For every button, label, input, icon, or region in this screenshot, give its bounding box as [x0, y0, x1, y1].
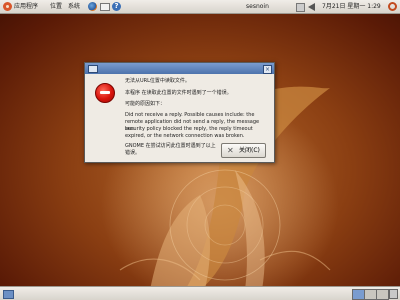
workspace-3[interactable]	[376, 289, 389, 300]
menu-places[interactable]: 位置	[50, 0, 62, 13]
message-line: GNOME 在尝试访问此位置时遇到了以上错误。	[125, 143, 216, 156]
mail-icon[interactable]	[100, 3, 110, 11]
window-menu-icon[interactable]	[88, 65, 98, 73]
menu-applications[interactable]: 应用程序	[14, 0, 38, 13]
dialog-titlebar[interactable]: ×	[85, 63, 274, 74]
bottom-panel	[0, 286, 400, 300]
close-window-icon[interactable]: ×	[263, 65, 272, 74]
volume-icon[interactable]	[308, 3, 315, 11]
power-icon[interactable]	[388, 2, 397, 11]
help-icon[interactable]: ?	[112, 2, 121, 11]
trash-icon[interactable]	[389, 289, 398, 299]
clock[interactable]: 7月21日 星期一 1:29	[322, 0, 381, 13]
message-line: 可能的原因如下：	[125, 101, 166, 107]
message-title: 无法从URL位置中读取文件。	[125, 78, 190, 84]
message-line: security policy blocked the reply, the r…	[125, 126, 253, 132]
message-line: expired, or the network connection was b…	[125, 133, 245, 139]
menu-system[interactable]: 系统	[68, 0, 80, 13]
error-dialog: × 无法从URL位置中读取文件。 本程序 在读取此位置的文件时遇到了一个错误。 …	[84, 62, 275, 163]
message-line: 本程序 在读取此位置的文件时遇到了一个错误。	[125, 90, 232, 96]
message-line: Did not receive a reply. Possible causes…	[125, 112, 255, 118]
close-icon: ✕	[227, 146, 234, 155]
firefox-icon[interactable]	[88, 2, 97, 11]
top-panel: 应用程序 位置 系统 ? sesnoin 7月21日 星期一 1:29	[0, 0, 400, 14]
close-button-label: 关闭(C)	[239, 147, 260, 154]
close-button[interactable]: ✕ 关闭(C)	[221, 143, 266, 158]
ubuntu-logo-icon[interactable]	[3, 2, 12, 11]
network-icon[interactable]	[296, 3, 305, 12]
error-icon	[95, 83, 115, 103]
user-name[interactable]: sesnoin	[246, 0, 269, 13]
show-desktop-icon[interactable]	[3, 290, 14, 299]
